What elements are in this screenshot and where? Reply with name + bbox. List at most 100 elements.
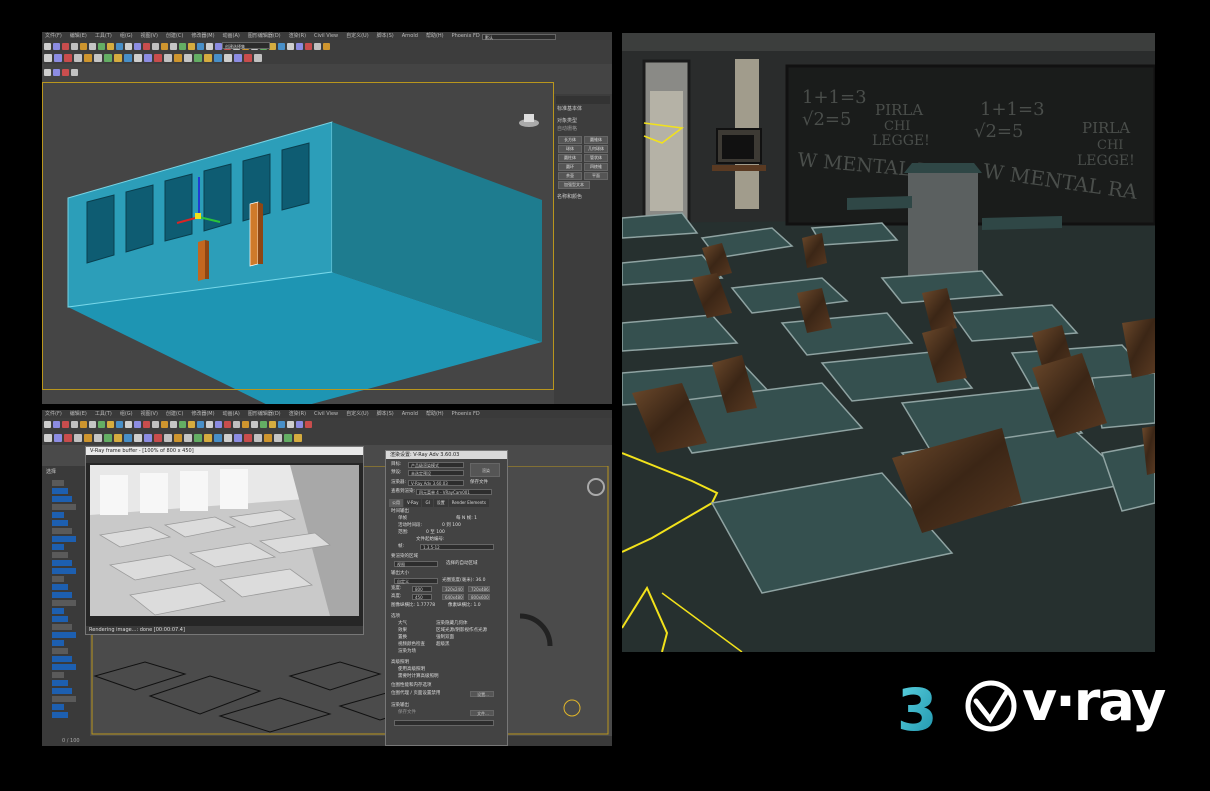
toolbar-icon[interactable] [234,54,242,62]
explorer-row[interactable] [52,632,76,638]
render-tab[interactable]: 设置 [433,499,448,507]
toolbar-icon[interactable] [125,421,132,428]
toolbar-icon[interactable] [84,434,92,442]
menu-item[interactable]: 脚本(S) [377,33,394,39]
explorer-row[interactable] [52,680,68,686]
toolbar-icon[interactable] [215,42,222,50]
area-lights-checkbox[interactable]: 区域光源/阴影视作点光源 [436,628,487,634]
explorer-row[interactable] [52,608,64,614]
explorer-row[interactable] [52,576,64,582]
toolbar-icon[interactable] [170,42,177,50]
toolbar-icon[interactable] [44,421,51,428]
sphere-button[interactable]: 球体 [558,145,582,153]
toolbar-icon[interactable] [254,54,262,62]
menu-item[interactable]: Civil View [314,411,338,417]
toolbar-icon[interactable] [152,421,159,428]
toolbar-icon[interactable] [234,434,242,442]
toolbar-icon[interactable] [323,42,330,50]
toolbar-icon[interactable] [274,434,282,442]
textplus-button[interactable]: 加强型文本 [558,181,590,189]
menu-item[interactable]: 动画(A) [223,411,240,417]
menu-item[interactable]: 自定义(U) [346,411,369,417]
explorer-row[interactable] [52,600,76,606]
toolbar-icon[interactable] [98,42,105,50]
toolbar-icon[interactable] [114,54,122,62]
toolbar-icon[interactable] [264,434,272,442]
output-size-dropdown[interactable]: 自定义 [394,578,438,584]
toolbar-icon[interactable] [278,42,285,50]
toolbar-icon[interactable] [269,42,276,50]
viewcube-icon-bottom[interactable] [587,478,605,496]
toolbar-icon[interactable] [184,54,192,62]
toolbar-icon[interactable] [214,434,222,442]
toolbar-icon[interactable] [244,434,252,442]
menu-item[interactable]: 编辑(E) [70,411,87,417]
video-color-checkbox[interactable]: 视频颜色检查 [398,642,425,648]
compute-adv-light-checkbox[interactable]: 需要时计算高级照明 [398,674,439,680]
render-fields-checkbox[interactable]: 渲染为场 [398,649,416,655]
menu-item[interactable]: 编辑(E) [70,33,87,39]
cone-button[interactable]: 圆锥体 [584,136,608,144]
toolbar-icon[interactable] [269,421,276,428]
effects-checkbox[interactable]: 效果 [398,628,407,634]
rollout-name-color[interactable]: 名称和颜色 [557,194,609,201]
use-adv-light-checkbox[interactable]: 使用高级照明 [398,667,425,673]
menu-item[interactable]: Arnold [402,33,418,39]
toolbar-icon[interactable] [44,434,52,442]
menu-item[interactable]: 工具(T) [95,411,112,417]
menu-item[interactable]: 图形编辑器(D) [248,411,281,417]
toolbar-icon[interactable] [294,434,302,442]
area-dropdown[interactable]: 视图 [394,561,438,567]
toolbar-icon[interactable] [287,42,294,50]
toolbar-icon[interactable] [114,434,122,442]
menu-item[interactable]: 修改器(M) [191,411,214,417]
preset-dropdown[interactable]: 未选定预设 [408,470,464,476]
menu-item[interactable]: 图形编辑器(D) [248,33,281,39]
explorer-row[interactable] [52,712,68,718]
explorer-row[interactable] [52,592,72,598]
toolbar-icon[interactable] [71,68,78,76]
toolbar-icon[interactable] [179,42,186,50]
toolbar-icon[interactable] [89,42,96,50]
target-dropdown[interactable]: 产品级渲染模式 [408,462,464,468]
explorer-row[interactable] [52,648,68,654]
height-input[interactable]: 450 [412,594,432,600]
range-radio[interactable]: 范围: [398,530,409,536]
toolbar-icon[interactable] [296,421,303,428]
toolbar-icon[interactable] [224,421,231,428]
toolbar-icon[interactable] [124,54,132,62]
toolbar-icon[interactable] [104,434,112,442]
toolbar-icon[interactable] [107,421,114,428]
atmosphere-checkbox[interactable]: 大气 [398,621,407,627]
box-button[interactable]: 长方体 [558,136,582,144]
explorer-row[interactable] [52,696,76,702]
explorer-row[interactable] [52,504,76,510]
toolbar-icon[interactable] [144,434,152,442]
pyramid-button[interactable]: 四棱锥 [584,163,608,171]
frames-input[interactable]: 1,3,5-12 [420,544,494,550]
tube-button[interactable]: 管状体 [584,154,608,162]
toolbar-icon[interactable] [164,434,172,442]
render-tab[interactable]: V-Ray [404,499,422,507]
auto-region-checkbox[interactable]: 选择的自动区域 [446,561,478,567]
explorer-row[interactable] [52,568,76,574]
toolbar-icon[interactable] [184,434,192,442]
menu-item[interactable]: 视图(V) [141,411,158,417]
menu-item[interactable]: 帮助(H) [426,33,444,39]
toolbar-icon[interactable] [197,42,204,50]
toolbar-icon[interactable] [215,421,222,428]
menu-item[interactable]: 创建(C) [166,411,183,417]
explorer-row[interactable] [52,528,72,534]
menu-item[interactable]: 创建(C) [166,33,183,39]
explorer-row[interactable] [52,480,64,486]
res-preset-c[interactable]: 640x480 [442,594,464,600]
selection-set-dropdown[interactable]: 创建选择集 [222,42,270,49]
toolbar-icon[interactable] [174,54,182,62]
toolbar-icon[interactable] [44,54,52,62]
toolbar-icon[interactable] [71,42,78,50]
toolbar-icon[interactable] [44,42,51,50]
explorer-row[interactable] [52,640,64,646]
toolbar-icon[interactable] [278,421,285,428]
explorer-row[interactable] [52,656,72,662]
menu-item[interactable]: 帮助(H) [426,411,444,417]
